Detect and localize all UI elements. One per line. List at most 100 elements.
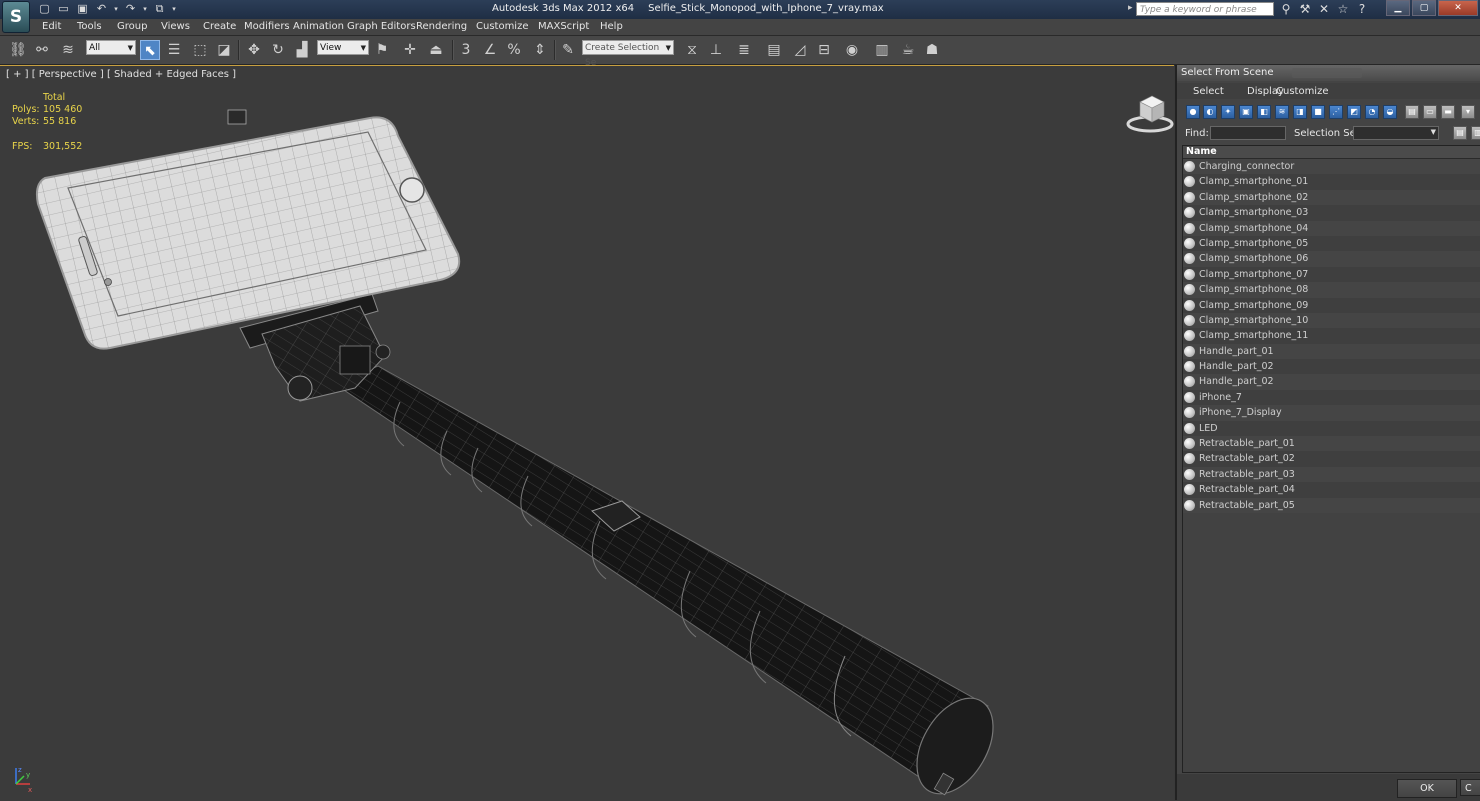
save-file-icon[interactable]: ▣ <box>74 1 91 17</box>
mirror-icon[interactable]: ⧖ <box>682 40 702 60</box>
list-item[interactable]: Retractable_part_04 <box>1183 482 1480 498</box>
display-shapes-icon[interactable]: ◐ <box>1203 105 1217 119</box>
close-button[interactable]: ✕ <box>1438 0 1478 16</box>
window-crossing-icon[interactable]: ◪ <box>214 40 234 60</box>
menu-customize[interactable]: Customize <box>476 21 529 32</box>
select-by-name-icon[interactable]: ☰ <box>164 40 184 60</box>
menu-modifiers[interactable]: Modifiers <box>244 21 290 32</box>
list-item[interactable]: Retractable_part_03 <box>1183 466 1480 483</box>
angle-snap-icon[interactable]: ∠ <box>480 40 500 60</box>
help-icon[interactable]: ? <box>1354 1 1370 17</box>
display-none-icon[interactable]: ▭ <box>1423 105 1437 119</box>
schematic-view-icon[interactable]: ⊟ <box>814 40 834 60</box>
menu-maxscript[interactable]: MAXScript <box>538 21 589 32</box>
project-folder-icon[interactable]: ⧉ <box>151 1 168 17</box>
menu-animation[interactable]: Animation <box>293 21 344 32</box>
align-icon[interactable]: ⊥ <box>706 40 726 60</box>
cancel-button[interactable]: C <box>1460 779 1480 796</box>
binoculars-icon[interactable]: ⚲ <box>1278 1 1294 17</box>
select-invert-icon[interactable]: ▥ <box>1471 126 1480 140</box>
pivot-center-icon[interactable]: ⚑ <box>372 40 392 60</box>
menu-graph-editors[interactable]: Graph Editors <box>347 21 416 32</box>
menu-rendering[interactable]: Rendering <box>416 21 467 32</box>
display-lights-icon[interactable]: ✦ <box>1221 105 1235 119</box>
list-item[interactable]: LED <box>1183 420 1480 437</box>
menu-group[interactable]: Group <box>117 21 147 32</box>
selection-set-dropdown[interactable]: ▼ <box>1353 126 1439 140</box>
keyword-search-input[interactable]: Type a keyword or phrase <box>1136 2 1274 16</box>
rectangular-selection-icon[interactable]: ⬚ <box>190 40 210 60</box>
spinner-snap-icon[interactable]: ⇕ <box>530 40 550 60</box>
undo-dropdown-icon[interactable]: ▾ <box>112 1 120 17</box>
list-item[interactable]: Retractable_part_02 <box>1183 451 1480 467</box>
display-bones-icon[interactable]: ⋰ <box>1329 105 1343 119</box>
display-invert-icon[interactable]: ▬ <box>1441 105 1455 119</box>
select-manipulate-icon[interactable]: ✛ <box>400 40 420 60</box>
unlink-selection-icon[interactable]: ⚯ <box>32 40 52 60</box>
edit-named-selection-icon[interactable]: ✎ <box>558 40 578 60</box>
select-and-rotate-icon[interactable]: ↻ <box>268 40 288 60</box>
select-all-icon[interactable]: ▤ <box>1453 126 1467 140</box>
display-groups-icon[interactable]: ◨ <box>1293 105 1307 119</box>
bind-to-space-warp-icon[interactable]: ≋ <box>58 40 78 60</box>
communication-icon[interactable]: ✕ <box>1316 1 1332 17</box>
menu-views[interactable]: Views <box>161 21 190 32</box>
subscription-icon[interactable]: ⚒ <box>1297 1 1313 17</box>
reference-coordinate-dropdown[interactable]: View ▼ <box>317 40 369 55</box>
list-item[interactable]: Handle_part_02 <box>1183 374 1480 390</box>
list-item[interactable]: Charging_connector <box>1183 159 1480 175</box>
list-item[interactable]: Clamp_smartphone_02 <box>1183 189 1480 206</box>
render-setup-icon[interactable]: ▥ <box>872 40 892 60</box>
layer-manager-icon[interactable]: ≣ <box>734 40 754 60</box>
undo-icon[interactable]: ↶ <box>93 1 110 17</box>
list-item[interactable]: Retractable_part_05 <box>1183 497 1480 513</box>
menu-help[interactable]: Help <box>600 21 623 32</box>
ok-button[interactable]: OK <box>1397 779 1457 798</box>
monopod-stick[interactable] <box>333 365 1009 801</box>
list-item[interactable]: Retractable_part_01 <box>1183 436 1480 452</box>
favorites-star-icon[interactable]: ☆ <box>1335 1 1351 17</box>
menu-create[interactable]: Create <box>203 21 236 32</box>
viewcube-icon[interactable] <box>1124 88 1174 138</box>
list-item[interactable]: Clamp_smartphone_09 <box>1183 297 1480 313</box>
maximize-button[interactable]: ▢ <box>1412 0 1436 16</box>
named-selection-dropdown[interactable]: Create Selection Se ▼ <box>582 40 674 68</box>
display-geometry-icon[interactable]: ● <box>1186 105 1200 119</box>
display-frozen-icon[interactable]: ◔ <box>1365 105 1379 119</box>
select-and-link-icon[interactable]: ⛓ <box>8 40 28 60</box>
curve-editor-icon[interactable]: ◿ <box>790 40 810 60</box>
open-file-icon[interactable]: ▭ <box>55 1 72 17</box>
redo-icon[interactable]: ↷ <box>122 1 139 17</box>
selection-filter-dropdown[interactable]: All ▼ <box>86 40 136 55</box>
render-production-icon[interactable]: ☗ <box>922 40 942 60</box>
material-editor-icon[interactable]: ◉ <box>842 40 862 60</box>
dialog-title-bar[interactable]: Select From Scene <box>1177 65 1480 81</box>
find-input[interactable] <box>1210 126 1286 140</box>
dialog-menu-select[interactable]: Select <box>1193 86 1224 97</box>
list-item[interactable]: Clamp_smartphone_10 <box>1183 312 1480 329</box>
keyboard-shortcut-override-icon[interactable]: ⏏ <box>426 40 446 60</box>
iphone-model[interactable] <box>35 109 461 350</box>
list-item[interactable]: Clamp_smartphone_03 <box>1183 205 1480 221</box>
percent-snap-icon[interactable]: % <box>504 40 524 60</box>
list-item[interactable]: Clamp_smartphone_01 <box>1183 174 1480 190</box>
perspective-viewport[interactable]: [ + ] [ Perspective ] [ Shaded + Edged F… <box>0 65 1174 801</box>
select-object-icon[interactable]: ⬉ <box>140 40 160 60</box>
list-item[interactable]: Clamp_smartphone_06 <box>1183 251 1480 267</box>
display-helpers-icon[interactable]: ◧ <box>1257 105 1271 119</box>
menu-tools[interactable]: Tools <box>77 21 102 32</box>
display-spacewarps-icon[interactable]: ≋ <box>1275 105 1289 119</box>
app-logo-button[interactable]: S <box>2 1 30 33</box>
home-button[interactable] <box>399 177 425 203</box>
list-item[interactable]: Clamp_smartphone_04 <box>1183 220 1480 236</box>
list-item[interactable]: iPhone_7_Display <box>1183 405 1480 421</box>
list-item[interactable]: iPhone_7 <box>1183 389 1480 406</box>
dialog-menu-customize[interactable]: Customize <box>1276 86 1329 97</box>
display-xrefs-icon[interactable]: ■ <box>1311 105 1325 119</box>
search-expand-icon[interactable]: ▸ <box>1128 3 1133 13</box>
redo-dropdown-icon[interactable]: ▾ <box>141 1 149 17</box>
menu-edit[interactable]: Edit <box>42 21 61 32</box>
rendered-frame-window-icon[interactable]: ☕ <box>898 40 918 60</box>
display-all-icon[interactable]: ▤ <box>1405 105 1419 119</box>
select-and-scale-icon[interactable]: ▟ <box>292 40 312 60</box>
